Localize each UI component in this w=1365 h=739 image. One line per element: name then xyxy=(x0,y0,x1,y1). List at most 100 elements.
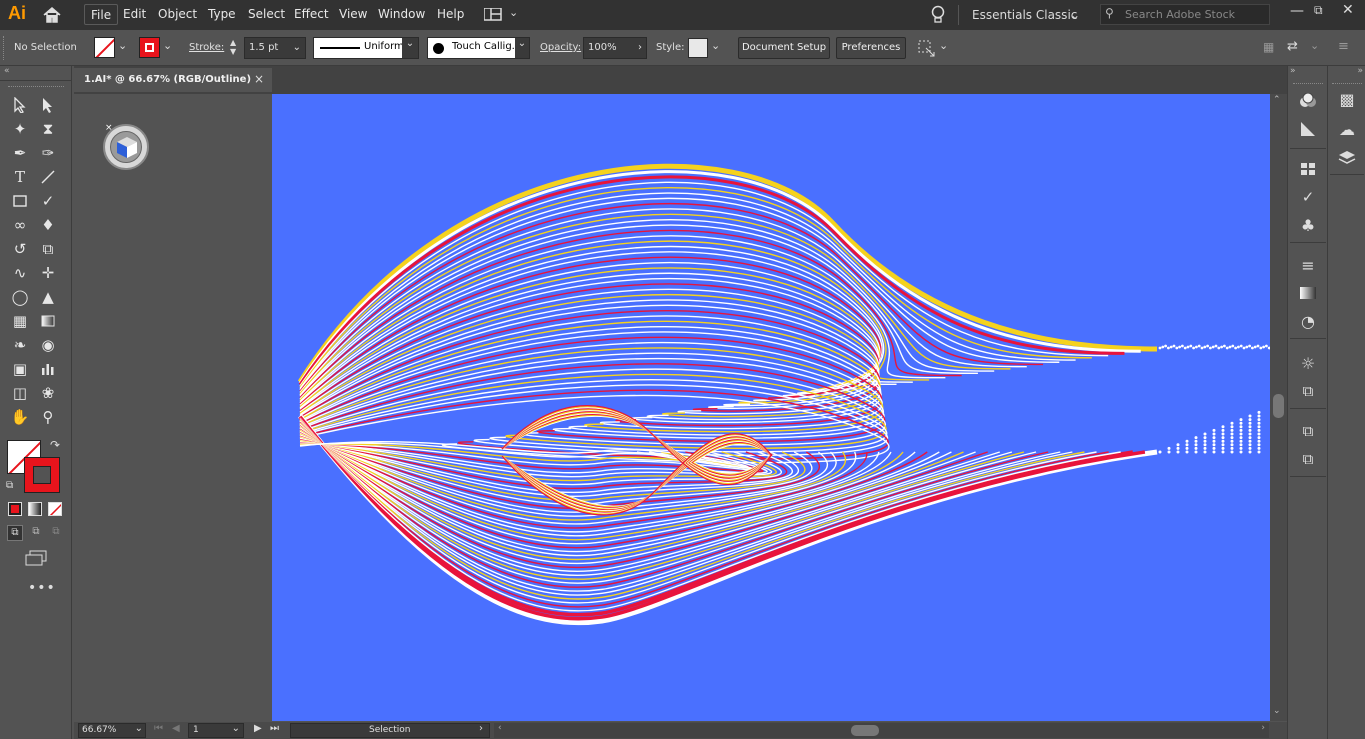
next-artboard-icon[interactable]: ▶ xyxy=(254,723,262,734)
menu-window[interactable]: Window xyxy=(372,4,431,25)
swatches-icon[interactable] xyxy=(1293,156,1323,182)
document-tab[interactable]: 1.AI* @ 66.67% (RGB/Outline) × xyxy=(74,68,272,92)
align-icon[interactable]: ▦ xyxy=(1263,40,1274,54)
stroke-color-box[interactable] xyxy=(24,457,60,493)
color-panel-icon[interactable] xyxy=(1293,88,1323,114)
lightbulb-icon[interactable] xyxy=(930,5,946,25)
menu-type[interactable]: Type xyxy=(202,4,242,25)
chevron-down-icon[interactable]: ⌄ xyxy=(509,6,518,19)
menu-help[interactable]: Help xyxy=(431,4,470,25)
brush-definition[interactable]: Touch Callig... ⌄ xyxy=(427,37,530,59)
paintbrush-icon[interactable]: ✓ xyxy=(36,190,60,212)
vertical-scrollbar[interactable]: ⌃ ⌄ xyxy=(1270,94,1287,721)
minimize-icon[interactable]: — xyxy=(1290,3,1306,19)
creative-cloud-icon[interactable]: ☁ xyxy=(1332,116,1362,142)
fill-swatch[interactable] xyxy=(94,37,115,58)
menu-edit[interactable]: Edit xyxy=(117,4,152,25)
swap-colors-icon[interactable]: ↷ xyxy=(50,438,60,452)
zoom-field[interactable]: 66.67% ⌄ xyxy=(78,723,146,738)
artboard-number-field[interactable]: 1 ⌄ xyxy=(188,723,244,738)
menu-effect[interactable]: Effect xyxy=(288,4,335,25)
rotate-tool-icon[interactable]: ↺ xyxy=(8,238,32,260)
chevron-down-icon[interactable]: ⌄ xyxy=(118,39,127,52)
menu-file[interactable]: File xyxy=(84,4,119,25)
graphic-styles-icon[interactable]: ⧉ xyxy=(1293,378,1323,404)
chevron-down-icon[interactable]: ⌄ xyxy=(939,39,948,52)
first-artboard-icon[interactable]: ⏮ xyxy=(154,723,163,734)
artboards-panel-icon[interactable]: ⧉ xyxy=(1293,446,1323,472)
rectangle-tool-icon[interactable] xyxy=(8,190,32,212)
workspace-switcher[interactable]: Essentials Classic ⌄ xyxy=(966,4,1088,26)
chevron-down-icon[interactable]: ⌄ xyxy=(711,39,720,52)
opacity-input[interactable]: 100% › xyxy=(583,37,647,59)
selection-tool-icon[interactable] xyxy=(8,94,32,116)
search-stock-field[interactable]: ⚲ Search Adobe Stock xyxy=(1100,4,1270,25)
artboard-tool-icon[interactable]: ◫ xyxy=(8,382,32,404)
export-icon[interactable]: ⧉ xyxy=(1293,418,1323,444)
view-cube-icon[interactable]: × xyxy=(103,123,149,170)
document-setup-button[interactable]: Document Setup xyxy=(738,37,830,59)
menu-view[interactable]: View xyxy=(333,4,373,25)
arrange-documents-icon[interactable] xyxy=(483,7,502,21)
magic-wand-icon[interactable]: ✦ xyxy=(8,118,32,140)
scroll-down-icon[interactable]: ⌄ xyxy=(1273,706,1281,716)
appearance-icon[interactable]: ☼ xyxy=(1293,350,1323,376)
preferences-button[interactable]: Preferences xyxy=(836,37,906,59)
stroke-panel-icon[interactable]: ≡ xyxy=(1293,252,1323,278)
symbols-icon[interactable]: ♣ xyxy=(1293,212,1323,238)
home-icon[interactable] xyxy=(42,6,62,24)
collapse-panel-icon[interactable]: » xyxy=(1290,66,1296,76)
chevron-down-icon[interactable]: ⌄ xyxy=(1310,39,1319,52)
menu-object[interactable]: Object xyxy=(152,4,203,25)
close-icon[interactable]: ✕ xyxy=(1342,2,1354,18)
hand-tool-icon[interactable]: ✋ xyxy=(8,406,32,428)
prev-artboard-icon[interactable]: ◀ xyxy=(172,723,180,734)
artboard-canvas[interactable] xyxy=(272,94,1270,721)
stroke-weight-input[interactable]: 1.5 pt ⌄ xyxy=(244,37,306,59)
stroke-stepper-icon[interactable]: ▲ ▼ xyxy=(230,38,236,56)
draw-normal-icon[interactable]: ⧉ xyxy=(7,525,23,541)
zoom-tool-icon[interactable]: ⚲ xyxy=(36,406,60,428)
brushes-icon[interactable]: ✓ xyxy=(1293,184,1323,210)
slice-tool-icon[interactable]: ❀ xyxy=(36,382,60,404)
screen-mode-icon[interactable] xyxy=(24,550,48,566)
edit-toolbar-icon[interactable]: ••• xyxy=(28,580,56,596)
type-tool-icon[interactable]: T xyxy=(8,166,32,188)
close-tab-icon[interactable]: × xyxy=(254,72,264,86)
transparency-icon[interactable]: ◔ xyxy=(1293,308,1323,334)
graphic-style-swatch[interactable] xyxy=(688,38,708,58)
gradient-panel-icon[interactable] xyxy=(1293,280,1323,306)
pen-tool-icon[interactable]: ✒ xyxy=(8,142,32,164)
menu-select[interactable]: Select xyxy=(242,4,291,25)
width-tool-icon[interactable]: ∿ xyxy=(8,262,32,284)
eraser-icon[interactable]: ♦ xyxy=(36,214,60,236)
collapse-panel-icon[interactable]: » xyxy=(1357,66,1363,76)
puppet-warp-icon[interactable]: ✛ xyxy=(36,262,60,284)
scroll-thumb[interactable] xyxy=(1273,394,1284,418)
isolate-icon[interactable]: ⇄ xyxy=(1287,39,1298,54)
collapse-panel-icon[interactable]: « xyxy=(4,66,10,76)
stroke-swatch[interactable] xyxy=(139,37,160,58)
shaper-tool-icon[interactable]: ∞ xyxy=(8,214,32,236)
variable-width-profile[interactable]: Uniform ⌄ xyxy=(313,37,419,59)
line-tool-icon[interactable] xyxy=(36,166,60,188)
chevron-down-icon[interactable]: ⌄ xyxy=(163,39,172,52)
scroll-up-icon[interactable]: ⌃ xyxy=(1273,95,1281,105)
default-colors-icon[interactable]: ⧉ xyxy=(6,480,13,491)
symbol-sprayer-icon[interactable]: ▣ xyxy=(8,358,32,380)
status-tool-field[interactable]: Selection › xyxy=(290,723,490,738)
libraries-icon[interactable]: ▩ xyxy=(1332,86,1362,112)
transform-icon[interactable] xyxy=(916,38,936,58)
perspective-grid-icon[interactable]: ▲ xyxy=(36,286,60,308)
shape-builder-icon[interactable]: ◯ xyxy=(8,286,32,308)
eyedropper-icon[interactable]: ❧ xyxy=(8,334,32,356)
lasso-icon[interactable]: ⧗ xyxy=(36,118,60,140)
mesh-tool-icon[interactable]: ▦ xyxy=(8,310,32,332)
curvature-tool-icon[interactable]: ✑ xyxy=(36,142,60,164)
blend-tool-icon[interactable]: ◉ xyxy=(36,334,60,356)
gradient-tool-icon[interactable] xyxy=(36,310,60,332)
draw-inside-icon[interactable]: ⧉ xyxy=(48,525,64,541)
scroll-right-icon[interactable]: › xyxy=(1261,723,1265,733)
none-mode-icon[interactable] xyxy=(48,502,62,516)
scroll-left-icon[interactable]: ‹ xyxy=(498,723,502,733)
